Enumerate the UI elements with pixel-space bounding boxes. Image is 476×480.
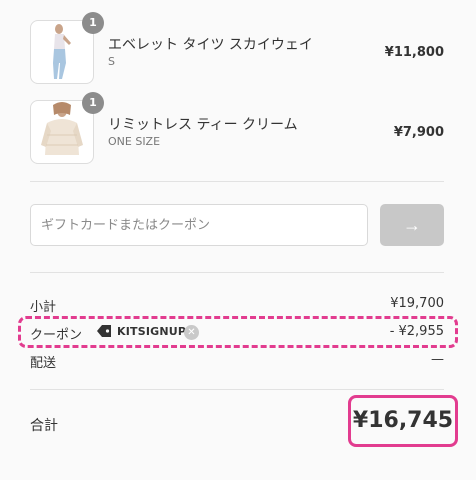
apply-coupon-button[interactable]: →	[380, 204, 444, 246]
coupon-highlight	[18, 316, 458, 348]
product-price: ¥11,800	[384, 45, 444, 60]
cart-item: 1 リミットレス ティー クリーム ONE SIZE ¥7,900	[0, 92, 476, 180]
product-name: リミットレス ティー クリーム	[108, 117, 298, 133]
total-label: 合計	[30, 418, 58, 434]
product-image-tights	[53, 24, 71, 79]
product-name: エベレット タイツ スカイウェイ	[108, 37, 313, 53]
quantity-badge: 1	[82, 12, 104, 34]
shipping-label: 配送	[30, 356, 57, 371]
product-variant: ONE SIZE	[108, 135, 161, 148]
product-price: ¥7,900	[393, 125, 444, 140]
total-value: ¥16,745	[352, 408, 454, 433]
subtotal-label: 小計	[30, 300, 57, 315]
product-thumbnail: 1	[30, 92, 104, 164]
divider	[30, 389, 444, 390]
product-variant: S	[108, 55, 115, 68]
subtotal-value: ¥19,700	[390, 296, 444, 311]
divider	[30, 181, 444, 182]
product-image-tee	[41, 102, 83, 155]
quantity-badge: 1	[82, 92, 104, 114]
shipping-value: —	[431, 352, 444, 367]
divider	[30, 272, 444, 273]
total-highlight: ¥16,745	[348, 395, 458, 447]
cart-item: 1 エベレット タイツ スカイウェイ S ¥11,800	[0, 12, 476, 100]
arrow-right-icon: →	[403, 215, 421, 235]
product-thumbnail: 1	[30, 12, 104, 84]
gift-card-coupon-input[interactable]	[30, 204, 368, 246]
